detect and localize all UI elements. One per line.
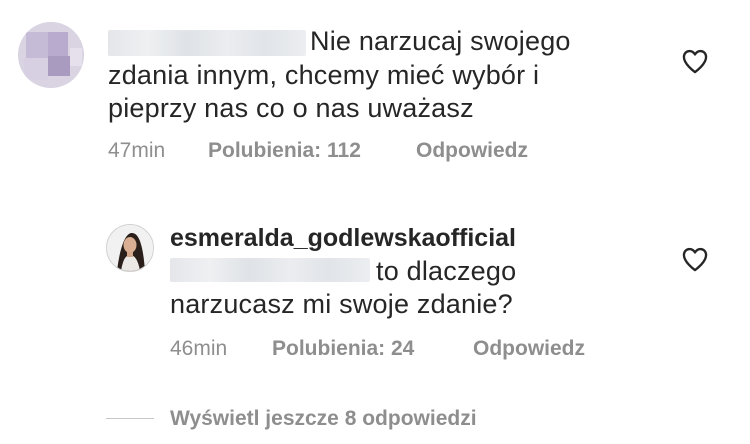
divider-line xyxy=(106,418,154,419)
comment-text-line-2: narzucasz mi swoje zdanie? xyxy=(170,289,513,319)
comment-time: 47min xyxy=(108,139,166,162)
reply-button[interactable]: Odpowiedz xyxy=(473,337,585,361)
avatar-photo-image xyxy=(107,225,153,271)
avatar[interactable] xyxy=(106,224,154,272)
comment-time: 46min xyxy=(170,337,228,360)
redacted-mention[interactable] xyxy=(170,258,370,282)
view-more-replies-button[interactable]: Wyświetl jeszcze 8 odpowiedzi xyxy=(170,407,477,431)
comment-text-line-2: zdania innym, chcemy mieć wybór i xyxy=(108,60,540,90)
comment-text-line-1: Nie narzucaj swojego xyxy=(310,26,571,56)
heart-outline-icon[interactable] xyxy=(681,48,709,74)
comment-likes-count[interactable]: Polubienia: 24 xyxy=(272,337,414,361)
redacted-username[interactable] xyxy=(108,30,306,56)
comment-username[interactable]: esmeralda_godlewskaofficial xyxy=(170,224,516,253)
comment-likes-count[interactable]: Polubienia: 112 xyxy=(208,139,361,163)
comment-text-line-3: pieprzy nas co o nas uważasz xyxy=(108,93,474,123)
heart-outline-icon[interactable] xyxy=(681,246,709,272)
comment-text-line-1: to dlaczego xyxy=(376,256,517,286)
reply-button[interactable]: Odpowiedz xyxy=(416,139,528,163)
avatar-blurred[interactable] xyxy=(18,22,84,88)
